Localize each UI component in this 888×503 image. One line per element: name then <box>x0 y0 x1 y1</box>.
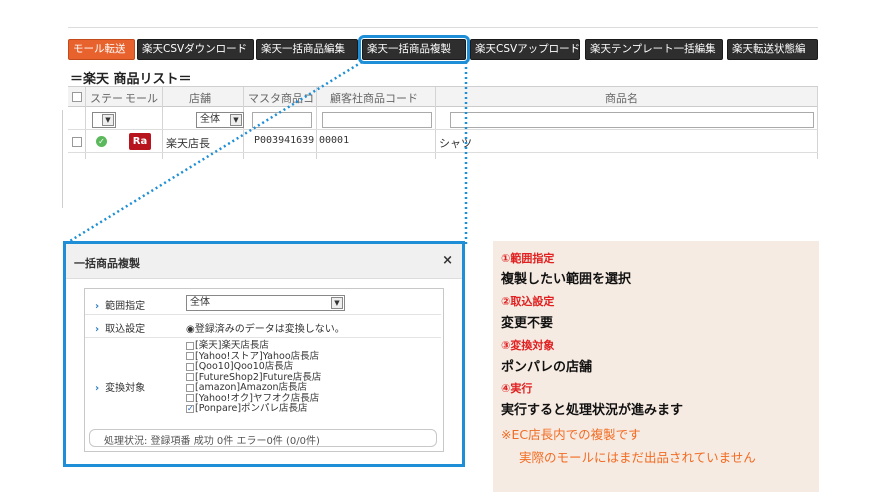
warning-line2: 実際のモールにはまだ出品されていません <box>519 450 756 465</box>
check-ok-icon: ✓ <box>96 136 107 147</box>
target-option-label: [FutureShop2]Future店長店 <box>195 371 322 383</box>
row-store: 楽天店長 <box>166 137 210 150</box>
chevron-down-icon: ▼ <box>331 297 343 309</box>
target-checkbox-list: [楽天]楽天店長店 [Yahoo!ストア]Yahoo店長店 [Qoo10]Qoo… <box>186 340 426 415</box>
chevron-right-icon: › <box>95 324 100 335</box>
store-filter-select[interactable]: 全体 ▼ <box>196 112 244 128</box>
chevron-right-icon: › <box>95 301 100 312</box>
target-option-label: [Yahoo!ストア]Yahoo店長店 <box>195 350 320 362</box>
rakuten-badge: Ra <box>129 133 151 150</box>
target-checkbox[interactable] <box>186 373 194 381</box>
import-label: › 取込設定 <box>95 320 145 335</box>
bulk-duplicate-dialog: 一括商品複製 × › 範囲指定 全体 ▼ › 取込設定 ◉登録済みのデータは変換しな… <box>63 241 465 467</box>
target-checkbox-checked[interactable]: ✓ <box>186 404 194 413</box>
col-product-name[interactable]: 商品名 <box>605 90 638 106</box>
rakuten-template-bulk-edit-button[interactable]: 楽天テンプレート一括編集 <box>585 39 723 60</box>
target-option-label: [Ponpare]ポンパレ店長店 <box>195 403 308 414</box>
select-all-checkbox[interactable] <box>72 92 82 102</box>
top-divider <box>68 27 818 28</box>
step1-title: ①範囲指定 <box>501 252 555 265</box>
range-select-value: 全体 <box>190 297 210 308</box>
mall-transfer-button[interactable]: モール転送 <box>68 39 135 60</box>
master-code-filter-input[interactable] <box>252 112 312 128</box>
chevron-down-icon: ▼ <box>230 114 242 126</box>
step3-title: ③変換対象 <box>501 339 555 352</box>
target-checkbox[interactable] <box>186 352 194 360</box>
filter-row: ▼ 全体 ▼ <box>68 108 818 130</box>
step4-title: ④実行 <box>501 382 533 395</box>
dialog-titlebar: 一括商品複製 × <box>66 244 462 279</box>
target-option-ponpare[interactable]: ✓[Ponpare]ポンパレ店長店 <box>186 403 426 415</box>
grid-title: ＝楽天 商品リスト＝ <box>70 72 192 87</box>
col-mall[interactable]: モール <box>125 90 158 106</box>
chevron-right-icon: › <box>95 383 100 394</box>
range-label-text: 範囲指定 <box>105 301 146 312</box>
target-option-label: [Yahoo!オク]ヤフオク店長店 <box>195 392 320 404</box>
row-product-name: シャツ <box>439 137 472 150</box>
import-label-text: 取込設定 <box>105 324 146 335</box>
rakuten-bulk-duplicate-button[interactable]: 楽天一括商品複製 <box>358 35 470 64</box>
range-select[interactable]: 全体 ▼ <box>186 295 345 311</box>
step4-text: 実行すると処理状況が進みます <box>501 403 684 418</box>
status-bar: 処理状況: 登録項番 成功 0件 エラー0件 (0/0件) <box>89 429 437 447</box>
row-checkbox[interactable] <box>72 137 82 147</box>
step2-text: 変更不要 <box>501 316 554 331</box>
rakuten-csv-download-button[interactable]: 楽天CSVダウンロード <box>137 39 254 60</box>
step2-title: ②取込設定 <box>501 295 555 308</box>
target-checkbox[interactable] <box>186 394 194 402</box>
col-master-code[interactable]: マスタ商品コ <box>248 90 314 106</box>
target-option-label: [Qoo10]Qoo10店長店 <box>195 361 294 372</box>
target-label-text: 変換対象 <box>105 383 146 394</box>
target-option-label: [楽天]楽天店長店 <box>195 340 269 351</box>
col-status[interactable]: ステー <box>90 90 123 106</box>
warning-line1: ※EC店長内での複製です <box>501 427 641 442</box>
target-label: › 変換対象 <box>95 379 145 394</box>
table-row[interactable]: ✓ Ra 楽天店長 P003941639 00001 シャツ <box>68 131 818 153</box>
step1-text: 複製したい範囲を選択 <box>501 272 632 287</box>
form-divider <box>85 337 441 338</box>
step3-text: ポンパレの店舗 <box>501 360 593 375</box>
form-divider <box>85 314 441 315</box>
col-customer-code[interactable]: 顧客社商品コード <box>330 90 418 106</box>
store-filter-value: 全体 <box>200 114 220 125</box>
row-customer-code: 00001 <box>319 135 350 146</box>
rakuten-bulk-edit-button[interactable]: 楽天一括商品編集 <box>256 39 358 60</box>
instruction-panel: ①範囲指定 複製したい範囲を選択 ②取込設定 変更不要 ③変換対象 ポンパレの店… <box>493 241 819 492</box>
rakuten-transfer-status-edit-button[interactable]: 楽天転送状態編 <box>727 39 818 60</box>
product-grid: ＝楽天 商品リスト＝ ステー モール 店舗 マスタ商品コ 顧客社商品コード 商品… <box>68 66 818 206</box>
customer-code-filter-input[interactable] <box>322 112 432 128</box>
grid-header: ステー モール 店舗 マスタ商品コ 顧客社商品コード 商品名 <box>68 87 818 107</box>
product-name-filter-input[interactable] <box>450 112 814 128</box>
status-text: 処理状況: 登録項番 成功 0件 エラー0件 (0/0件) <box>104 436 320 447</box>
radio-selected-icon: ◉ <box>186 324 195 335</box>
import-radio-label: 登録済みのデータは変換しない。 <box>194 324 345 335</box>
col-store[interactable]: 店舗 <box>189 90 211 106</box>
status-filter-select[interactable]: ▼ <box>92 112 116 128</box>
panel-edge <box>62 110 63 208</box>
target-checkbox[interactable] <box>186 383 194 392</box>
range-label: › 範囲指定 <box>95 297 145 312</box>
chevron-down-icon: ▼ <box>102 114 114 126</box>
target-checkbox[interactable] <box>186 341 194 350</box>
import-radio[interactable]: ◉登録済みのデータは変換しない。 <box>186 320 345 335</box>
close-icon[interactable]: × <box>442 253 453 268</box>
dialog-title: 一括商品複製 <box>74 257 140 270</box>
row-master-code: P003941639 <box>254 135 315 146</box>
target-checkbox[interactable] <box>186 362 194 371</box>
dialog-form: › 範囲指定 全体 ▼ › 取込設定 ◉登録済みのデータは変換しない。 › 変換対象 … <box>84 288 444 452</box>
target-option-label: [amazon]Amazon店長店 <box>195 382 308 393</box>
rakuten-csv-upload-button[interactable]: 楽天CSVアップロード <box>470 39 580 60</box>
